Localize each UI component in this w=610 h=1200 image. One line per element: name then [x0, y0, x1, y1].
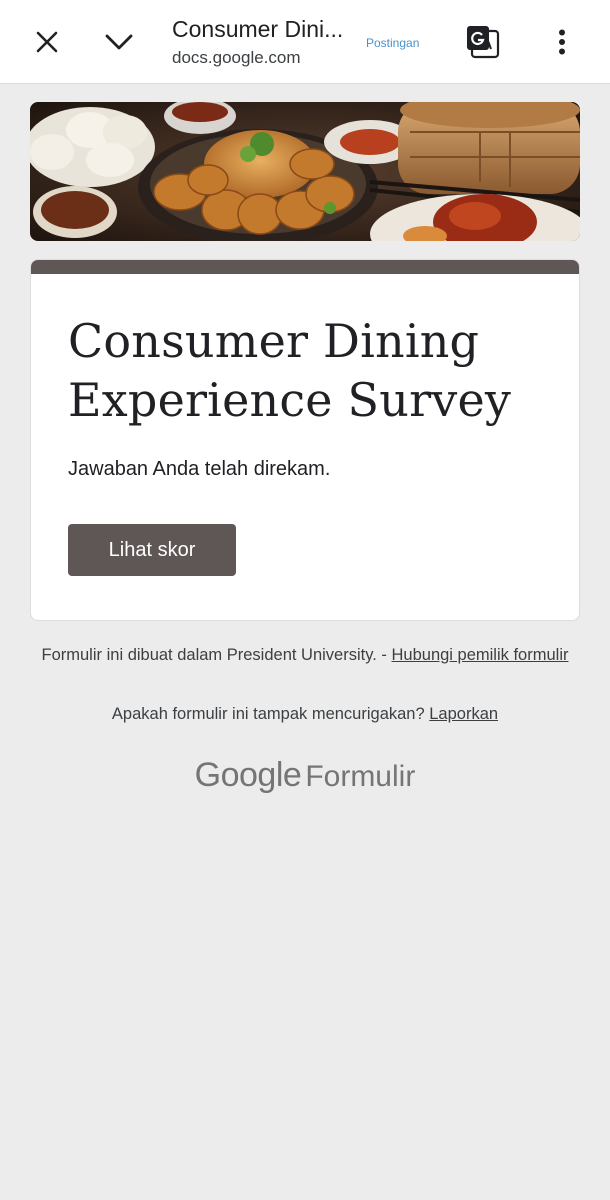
page-info[interactable]: Consumer Dini... docs.google.com: [172, 14, 352, 70]
brand-forms: Formulir: [305, 760, 416, 793]
page-url: docs.google.com: [172, 48, 301, 67]
translate-icon: [467, 26, 500, 59]
form-header-image: [30, 102, 580, 241]
more-menu-button[interactable]: [542, 22, 582, 62]
report-link[interactable]: Laporkan: [429, 705, 498, 723]
footer-created-note: Formulir ini dibuat dalam President Univ…: [40, 645, 570, 666]
translate-button[interactable]: [460, 22, 506, 62]
chevron-down-icon: [105, 34, 133, 50]
more-vert-icon: [559, 29, 565, 55]
google-forms-logo[interactable]: Google Formulir: [0, 756, 610, 795]
view-score-button[interactable]: Lihat skor: [68, 524, 236, 576]
minimize-button[interactable]: [96, 22, 142, 62]
footer-suspicious-text: Apakah formulir ini tampak mencurigakan?: [111, 705, 430, 723]
footer-created-text: Formulir ini dibuat dalam President Univ…: [41, 646, 392, 664]
form-confirmation-card: Consumer Dining Experience Survey Jawaba…: [30, 259, 580, 621]
postingan-label[interactable]: Postingan: [366, 36, 419, 50]
form-title: Consumer Dining Experience Survey: [68, 314, 512, 427]
close-button[interactable]: [24, 22, 70, 62]
food-banner-image: [30, 102, 580, 241]
browser-toolbar: Consumer Dini... docs.google.com Posting…: [0, 0, 610, 84]
confirmation-message: Jawaban Anda telah direkam.: [68, 458, 331, 480]
brand-google: Google: [194, 756, 302, 794]
footer-report-note: Apakah formulir ini tampak mencurigakan?…: [40, 704, 570, 725]
close-icon: [36, 31, 58, 53]
page-title: Consumer Dini...: [172, 16, 344, 42]
card-accent-bar: [31, 260, 579, 274]
contact-owner-link[interactable]: Hubungi pemilik formulir: [392, 646, 569, 664]
